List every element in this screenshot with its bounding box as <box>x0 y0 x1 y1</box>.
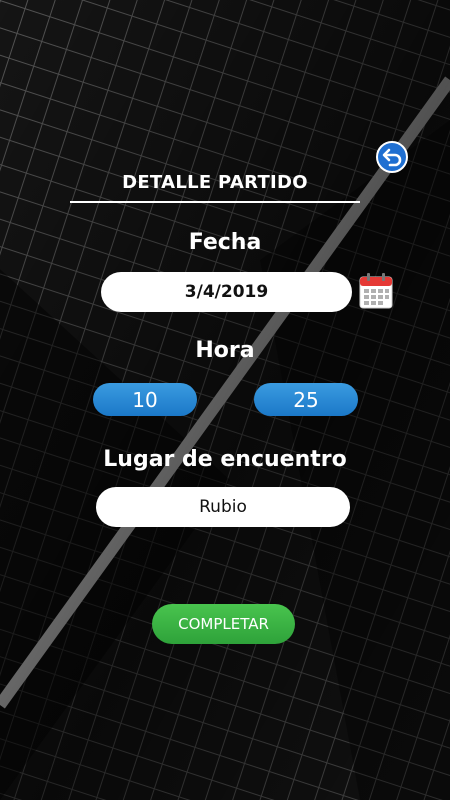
time-label: Hora <box>195 338 255 363</box>
complete-button[interactable]: COMPLETAR <box>152 604 295 644</box>
back-arrow-icon <box>382 148 402 167</box>
page-title: DETALLE PARTIDO <box>122 172 308 193</box>
title-underline <box>70 201 360 203</box>
date-field[interactable]: 3/4/2019 <box>101 272 352 312</box>
place-field[interactable]: Rubio <box>96 487 350 527</box>
hour-field[interactable]: 10 <box>93 383 197 416</box>
back-button[interactable] <box>376 141 408 173</box>
date-label: Fecha <box>188 230 262 255</box>
match-detail-screen: DETALLE PARTIDO Fecha 3/4/2019 Hora 10 2… <box>0 0 450 800</box>
calendar-icon[interactable] <box>359 273 393 309</box>
place-label: Lugar de encuentro <box>103 447 347 472</box>
minute-field[interactable]: 25 <box>254 383 358 416</box>
tennis-net-background <box>0 0 450 800</box>
